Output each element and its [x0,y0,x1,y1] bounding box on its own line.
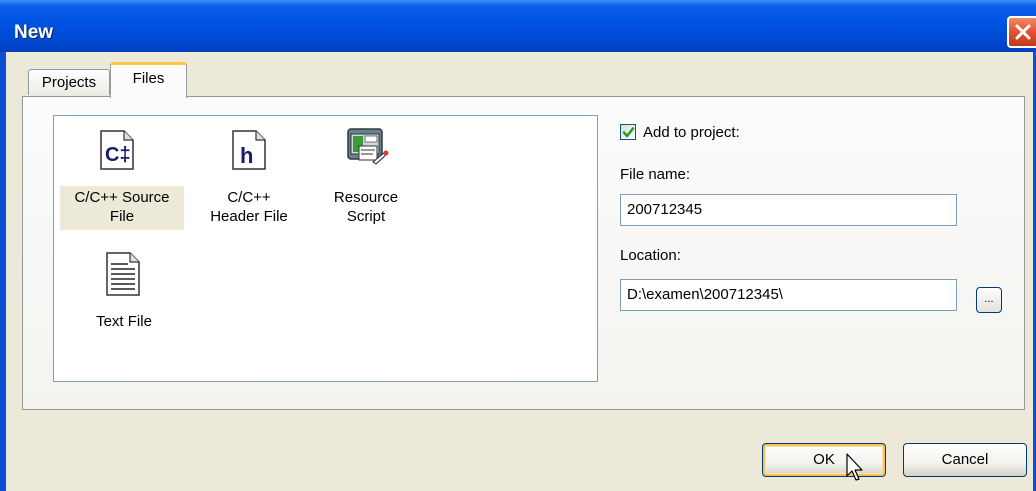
mouse-pointer-icon [846,453,863,481]
cpp-icon-letter: C‡ [105,144,131,166]
tab-files[interactable]: Files [110,62,187,98]
list-item-cpp-header[interactable]: h C/C++ Header File [194,124,304,230]
title-bar[interactable]: New [0,0,1036,52]
files-tab-panel: C‡ C/C++ Source File h C/C++ Header File… [22,96,1025,410]
file-type-list[interactable]: C‡ C/C++ Source File h C/C++ Header File… [53,115,598,382]
file-type-label-line1: Text File [96,313,152,330]
list-item-text-file[interactable]: Text File [74,248,174,335]
file-type-label-line1: C/C++ Source [74,189,170,206]
window-title: New [14,22,54,43]
tab-files-label: Files [132,70,165,87]
location-label: Location: [620,247,681,264]
file-type-label-line2: Script [346,208,386,225]
header-icon-letter: h [240,143,253,168]
new-dialog: New Projects Files C‡ C/C++ Source File … [0,0,1036,491]
cpp-source-file-icon: C‡ [100,130,134,170]
list-item-cpp-source[interactable]: C‡ C/C++ Source File [60,124,184,230]
file-type-label-line2: Header File [210,208,288,225]
browse-button[interactable]: ... [976,287,1002,313]
file-type-label-line1: C/C++ [227,189,271,206]
add-to-project-label: Add to project: [643,124,740,141]
resource-script-icon [347,128,389,165]
close-button[interactable] [1007,16,1036,48]
file-name-input[interactable]: 200712345 [620,194,957,226]
checkmark-icon [622,127,635,138]
ok-button[interactable]: OK [762,443,886,477]
tab-projects[interactable]: Projects [28,69,110,95]
location-input[interactable]: D:\examen\200712345\ [620,279,957,311]
header-file-icon: h [232,130,266,170]
file-name-label: File name: [620,166,691,183]
text-file-icon [106,252,140,296]
list-item-resource-script[interactable]: Resource Script [316,124,416,230]
file-type-label-line1: Resource [333,189,399,206]
close-icon [1015,24,1031,40]
file-type-label-line2: File [109,208,135,225]
tab-projects-label: Projects [41,74,97,91]
cancel-button[interactable]: Cancel [903,443,1027,477]
add-to-project-checkbox[interactable] [620,124,636,140]
